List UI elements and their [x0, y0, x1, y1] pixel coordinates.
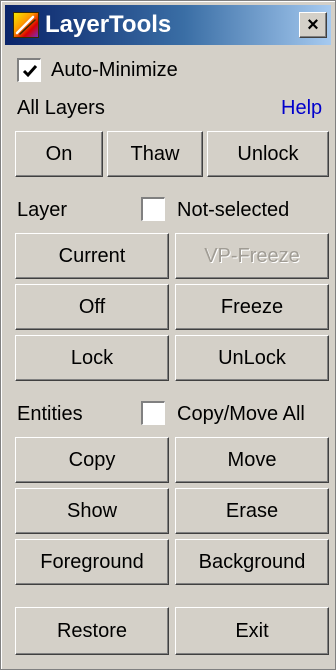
title-bar[interactable]: LayerTools ×: [5, 5, 331, 45]
layertools-window: LayerTools × Auto-Minimize All Layers He…: [0, 0, 336, 670]
copy-button[interactable]: Copy: [15, 437, 169, 483]
exit-button[interactable]: Exit: [175, 607, 329, 655]
erase-button[interactable]: Erase: [175, 488, 329, 534]
move-button[interactable]: Move: [175, 437, 329, 483]
all-layers-unlock-button[interactable]: Unlock: [207, 131, 329, 177]
off-button[interactable]: Off: [15, 284, 169, 330]
auto-minimize-checkbox[interactable]: [17, 58, 41, 82]
foreground-button[interactable]: Foreground: [15, 539, 169, 585]
show-button[interactable]: Show: [15, 488, 169, 534]
background-button[interactable]: Background: [175, 539, 329, 585]
freeze-button[interactable]: Freeze: [175, 284, 329, 330]
checkmark-icon: [22, 64, 37, 77]
layer-tools-app-icon: [13, 12, 39, 38]
lock-button[interactable]: Lock: [15, 335, 169, 381]
close-icon: ×: [307, 14, 319, 36]
layer-unlock-button[interactable]: UnLock: [175, 335, 329, 381]
all-layers-on-button[interactable]: On: [15, 131, 103, 177]
help-link[interactable]: Help: [281, 96, 322, 120]
close-button[interactable]: ×: [299, 12, 327, 38]
window-title: LayerTools: [45, 11, 172, 38]
all-layers-heading: All Layers: [17, 97, 105, 119]
not-selected-label[interactable]: Not-selected: [177, 198, 289, 222]
all-layers-thaw-button[interactable]: Thaw: [107, 131, 203, 177]
current-button[interactable]: Current: [15, 233, 169, 279]
copy-move-all-label[interactable]: Copy/Move All: [177, 402, 305, 426]
auto-minimize-label[interactable]: Auto-Minimize: [51, 58, 178, 82]
restore-button[interactable]: Restore: [15, 607, 169, 655]
not-selected-checkbox[interactable]: [141, 197, 165, 221]
vp-freeze-button[interactable]: VP-Freeze: [175, 233, 329, 279]
copy-move-all-checkbox[interactable]: [141, 401, 165, 425]
layer-heading: Layer: [17, 199, 68, 221]
entities-heading: Entities: [17, 403, 83, 425]
